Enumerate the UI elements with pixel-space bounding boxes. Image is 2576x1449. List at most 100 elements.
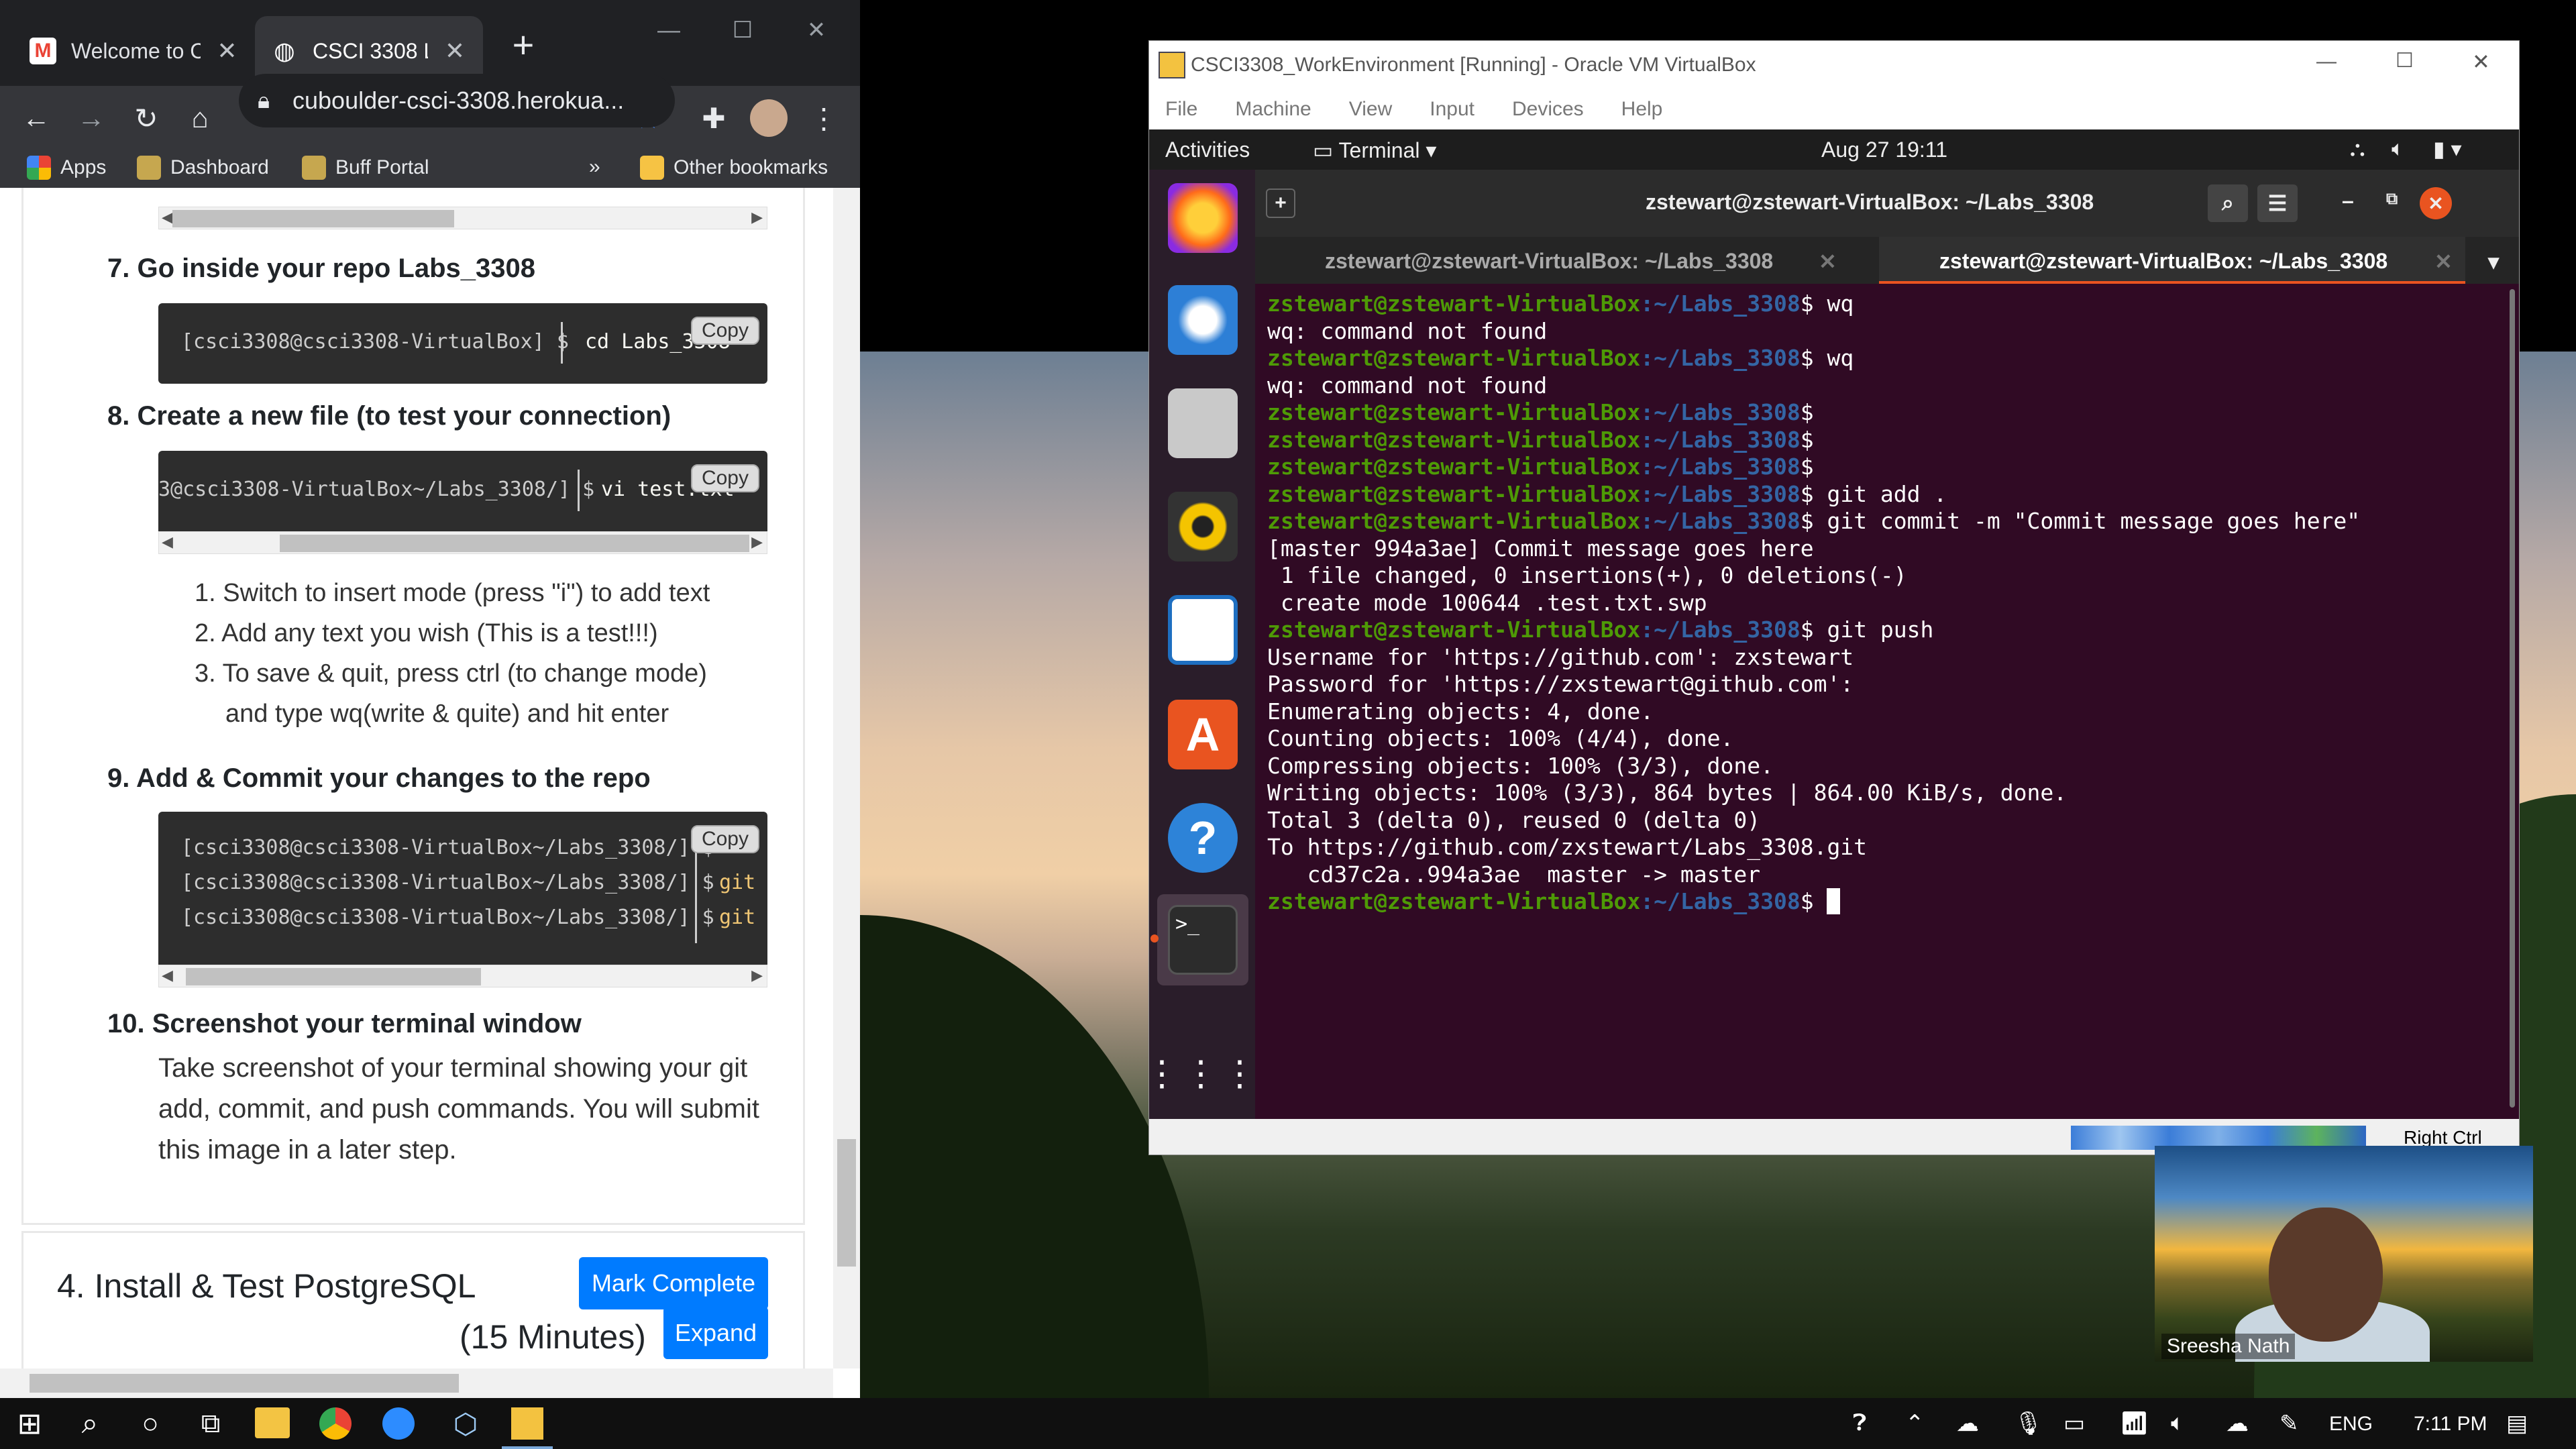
cortana-icon[interactable]: ○ (130, 1403, 170, 1444)
scroll-left-icon[interactable]: ◀ (162, 533, 173, 551)
menu-machine[interactable]: Machine (1235, 98, 1311, 121)
rhythmbox-icon[interactable] (1168, 492, 1238, 561)
tabs-dropdown-icon[interactable]: ▾ (2488, 249, 2499, 274)
page-horizontal-scrollbar[interactable] (0, 1368, 833, 1398)
3d-box-icon[interactable]: ⬡ (445, 1403, 486, 1444)
section-title: 4. Install & Test PostgreSQL (57, 1267, 476, 1305)
firefox-icon[interactable] (1168, 183, 1238, 253)
participant-name: Sreesha Nath (2161, 1334, 2296, 1359)
thunderbird-icon[interactable] (1168, 285, 1238, 355)
pen-icon[interactable]: ✎ (2279, 1410, 2299, 1437)
terminal-app-menu[interactable]: ▭ Terminal ▾ (1313, 138, 1436, 163)
minimize-icon[interactable]: – (2342, 189, 2354, 213)
terminal-output[interactable]: zstewart@zstewart-VirtualBox:~/Labs_3308… (1255, 284, 2519, 1119)
scroll-right-icon[interactable]: ▶ (751, 967, 763, 984)
close-icon[interactable]: ✕ (2420, 187, 2452, 219)
menu-devices[interactable]: Devices (1512, 98, 1584, 121)
back-icon[interactable]: ← (17, 99, 55, 137)
bookmark-buff-portal[interactable]: Buff Portal (302, 156, 429, 180)
buff-icon (137, 156, 161, 180)
extensions-icon[interactable]: ✚ (695, 99, 733, 137)
libreoffice-writer-icon[interactable] (1168, 595, 1238, 665)
copy-button[interactable]: Copy (690, 317, 759, 345)
help-tray-icon[interactable]: ❓︎ (1853, 1410, 1866, 1436)
page-vertical-scrollbar[interactable] (833, 188, 860, 1368)
profile-avatar[interactable] (750, 99, 788, 137)
video-thumbnail[interactable]: Sreesha Nath (2155, 1146, 2533, 1362)
menu-file[interactable]: File (1165, 98, 1197, 121)
activities-button[interactable]: Activities (1165, 138, 1250, 162)
scroll-right-icon[interactable]: ▶ (751, 533, 763, 551)
task-view-icon[interactable]: ⧉ (191, 1403, 231, 1444)
scroll-left-icon[interactable]: ◀ (162, 967, 173, 984)
file-explorer-icon[interactable] (255, 1407, 290, 1438)
files-icon[interactable] (1168, 388, 1238, 458)
mark-complete-button[interactable]: Mark Complete (579, 1257, 768, 1309)
code-scrollbar[interactable]: ◀ ▶ (158, 531, 767, 554)
cloud-upload-icon[interactable]: ☁ (2226, 1410, 2249, 1437)
chevron-up-icon[interactable]: ⌃ (1905, 1410, 1925, 1437)
new-tab-icon[interactable]: + (503, 23, 543, 66)
chrome-taskbar-icon[interactable] (319, 1407, 352, 1440)
maximize-icon[interactable]: ☐ (706, 7, 780, 54)
bookmarks-bar: Apps Dashboard Buff Portal » Other bookm… (0, 150, 860, 188)
code-scrollbar[interactable]: ◀ ▶ (158, 965, 767, 987)
close-tab-icon[interactable]: ✕ (2434, 249, 2453, 274)
terminal-tab-2[interactable]: zstewart@zstewart-VirtualBox: ~/Labs_330… (1939, 249, 2387, 274)
close-tab-icon[interactable]: ✕ (443, 37, 467, 65)
menu-help[interactable]: Help (1621, 98, 1663, 121)
search-icon[interactable]: ⌕ (70, 1403, 110, 1444)
address-bar[interactable]: 🔒︎ cuboulder-csci-3308.herokua... (239, 74, 675, 127)
bookmark-apps[interactable]: Apps (27, 156, 106, 180)
forward-icon[interactable]: → (72, 99, 110, 137)
menu-kebab-icon[interactable]: ⋮ (805, 99, 843, 137)
clock[interactable]: 7:11 PM (2414, 1413, 2487, 1436)
minimize-icon[interactable]: — (632, 7, 706, 54)
tab-gmail[interactable]: M Welcome to C ✕ (13, 16, 255, 86)
battery-icon[interactable]: ▮ ▾ (2433, 136, 2462, 162)
reload-icon[interactable]: ↻ (127, 99, 165, 137)
copy-button[interactable]: Copy (690, 464, 759, 492)
battery-icon[interactable]: ▭ (2063, 1410, 2085, 1437)
notifications-icon[interactable]: ▤ (2506, 1410, 2528, 1437)
clock[interactable]: Aug 27 19:11 (1821, 138, 1947, 162)
restore-icon[interactable]: ⧉ (2386, 190, 2398, 209)
copy-button[interactable]: Copy (690, 825, 759, 853)
close-window-icon[interactable]: ✕ (780, 7, 853, 54)
zoom-taskbar-icon[interactable] (382, 1407, 415, 1440)
close-tab-icon[interactable]: ✕ (215, 37, 239, 65)
new-tab-icon[interactable]: + (1266, 189, 1295, 218)
hamburger-menu-icon[interactable]: ☰ (2257, 184, 2298, 222)
virtualbox-taskbar-icon[interactable] (511, 1407, 543, 1440)
windows-start-icon[interactable]: ⊞ (9, 1403, 50, 1444)
search-icon[interactable]: ⌕ (2208, 184, 2248, 222)
close-window-icon[interactable]: ✕ (2472, 49, 2490, 74)
volume-icon[interactable]: 🔈︎ (2392, 136, 2404, 162)
maximize-icon[interactable]: ☐ (2396, 49, 2414, 72)
bookmark-other[interactable]: Other bookmarks (640, 156, 828, 180)
scroll-right-icon[interactable]: ▶ (751, 209, 763, 226)
terminal-tab-1[interactable]: zstewart@zstewart-VirtualBox: ~/Labs_330… (1325, 249, 1773, 274)
help-icon[interactable]: ? (1168, 803, 1238, 873)
bookmarks-overflow[interactable]: » (589, 156, 600, 178)
software-center-icon[interactable]: A (1168, 700, 1238, 769)
microphone-icon[interactable]: 🎙︎ (2014, 1410, 2043, 1437)
minimize-icon[interactable]: — (2316, 50, 2337, 73)
onedrive-icon[interactable]: ☁ (1956, 1410, 1979, 1437)
show-applications-icon[interactable]: ⋮⋮⋮ (1149, 1039, 1257, 1109)
close-tab-icon[interactable]: ✕ (1819, 249, 1837, 274)
menu-input[interactable]: Input (1430, 98, 1474, 121)
scroll-left-icon[interactable]: ◀ (162, 209, 173, 226)
menu-view[interactable]: View (1349, 98, 1392, 121)
bookmark-dashboard[interactable]: Dashboard (137, 156, 269, 180)
prompt-command: $ git add . (1800, 480, 1947, 507)
volume-icon[interactable]: 🔈︎ (2171, 1410, 2184, 1436)
expand-button[interactable]: Expand (663, 1307, 768, 1359)
home-icon[interactable]: ⌂ (181, 99, 219, 137)
code-scrollbar[interactable]: ◀ ▶ (158, 207, 767, 229)
terminal-scrollbar[interactable] (2510, 289, 2515, 1108)
wifi-icon[interactable]: 📶︎ (2120, 1410, 2149, 1437)
language-indicator[interactable]: ENG (2329, 1413, 2373, 1436)
terminal-icon[interactable]: >_ (1168, 905, 1238, 975)
network-icon[interactable]: ⛬ (2350, 136, 2365, 162)
